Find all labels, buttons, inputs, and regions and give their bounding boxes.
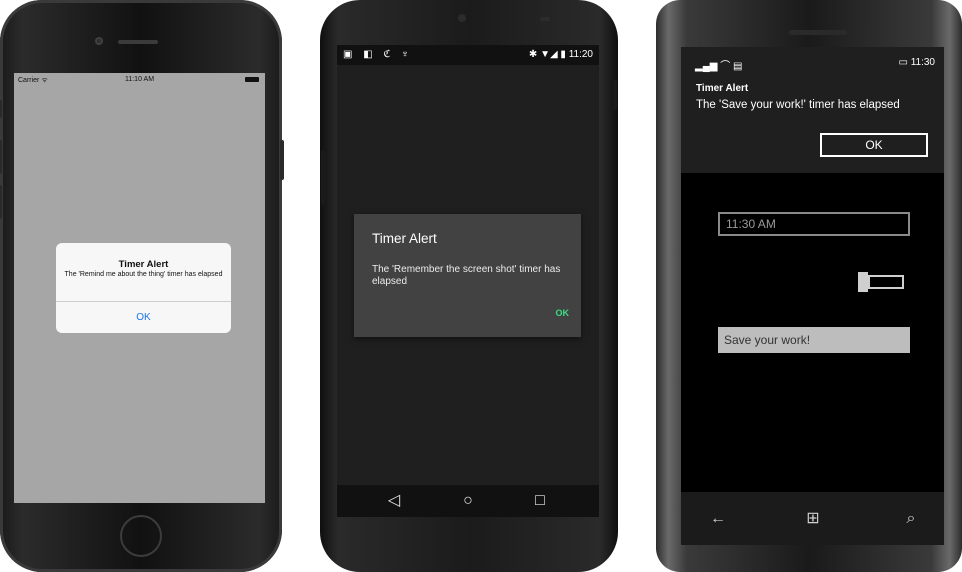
search-icon[interactable]: ⌕ (896, 507, 926, 531)
time-picker[interactable]: 11:30 AM (718, 212, 910, 236)
ios-ok-button[interactable]: OK (56, 302, 231, 333)
android-notification-icons: ▣ ◧ ℭ ♆ (343, 49, 413, 60)
toggle-track (868, 275, 904, 289)
wp-speaker (789, 30, 847, 35)
iphone-volume-up (0, 140, 2, 174)
back-icon[interactable]: ◁ (379, 491, 409, 511)
ios-status-bar: Carrier ᯤ 11:10 AM (14, 73, 265, 87)
android-power-button (613, 80, 617, 110)
android-alert-title: Timer Alert (372, 231, 437, 246)
android-volume-button (321, 150, 325, 205)
ios-alert-title: Timer Alert (118, 259, 169, 270)
android-status-bar: ▣ ◧ ℭ ♆ ✱ ▼◢ ▮ 11:20 (337, 45, 599, 65)
windows-logo-icon[interactable]: ⊞ (798, 507, 828, 531)
android-sensor (540, 17, 550, 21)
android-screen: ▣ ◧ ℭ ♆ ✱ ▼◢ ▮ 11:20 Timer Alert The 'Re… (337, 45, 599, 517)
iphone-screen: Carrier ᯤ 11:10 AM Timer Alert The 'Remi… (14, 73, 265, 503)
android-camera-icon (458, 14, 466, 22)
wp-signal-icons: ▂▄▆ ⌒ ▤ (695, 61, 743, 72)
wp-toast-notification: ▂▄▆ ⌒ ▤ ▭ 11:30 Timer Alert The 'Save yo… (681, 47, 944, 173)
android-alert-message: The 'Remember the screen shot' timer has… (372, 264, 561, 287)
android-ok-button[interactable]: OK (556, 308, 570, 318)
wp-alert-title: Timer Alert (696, 83, 749, 94)
ios-clock: 11:10 AM (124, 76, 155, 83)
ios-alert-dialog: Timer Alert The 'Remind me about the thi… (56, 243, 231, 333)
wp-alert-message: The 'Save your work!' timer has elapsed (696, 99, 900, 111)
wp-camera-icon (864, 27, 872, 35)
message-entry[interactable]: Save your work! (718, 327, 910, 353)
timer-toggle-switch[interactable] (858, 272, 906, 292)
wp-status-bar: ▂▄▆ ⌒ ▤ ▭ 11:30 (695, 57, 935, 72)
iphone-camera-icon (95, 37, 103, 45)
toggle-thumb (858, 272, 868, 292)
wp-ok-button[interactable]: OK (820, 133, 928, 157)
recent-apps-icon[interactable]: □ (525, 491, 555, 511)
back-arrow-icon[interactable]: ← (703, 507, 733, 531)
iphone-power-button (280, 140, 284, 180)
android-alert-dialog: Timer Alert The 'Remember the screen sho… (354, 214, 581, 337)
android-nav-bar: ◁ ○ □ (337, 485, 599, 517)
wp-status-right: ▭ 11:30 (898, 57, 935, 68)
iphone-mute-switch (0, 100, 2, 118)
iphone-speaker (118, 40, 158, 44)
iphone-home-button[interactable] (120, 515, 162, 557)
wp-nav-bar: ← ⊞ ⌕ (681, 492, 944, 545)
iphone-volume-down (0, 185, 2, 219)
battery-icon (245, 77, 259, 82)
android-status-right: ✱ ▼◢ ▮ 11:20 (528, 49, 593, 60)
ios-alert-message: The 'Remind me about the thing' timer ha… (64, 271, 223, 278)
wp-screen: ▂▄▆ ⌒ ▤ ▭ 11:30 Timer Alert The 'Save yo… (681, 47, 944, 545)
home-icon[interactable]: ○ (453, 491, 483, 511)
